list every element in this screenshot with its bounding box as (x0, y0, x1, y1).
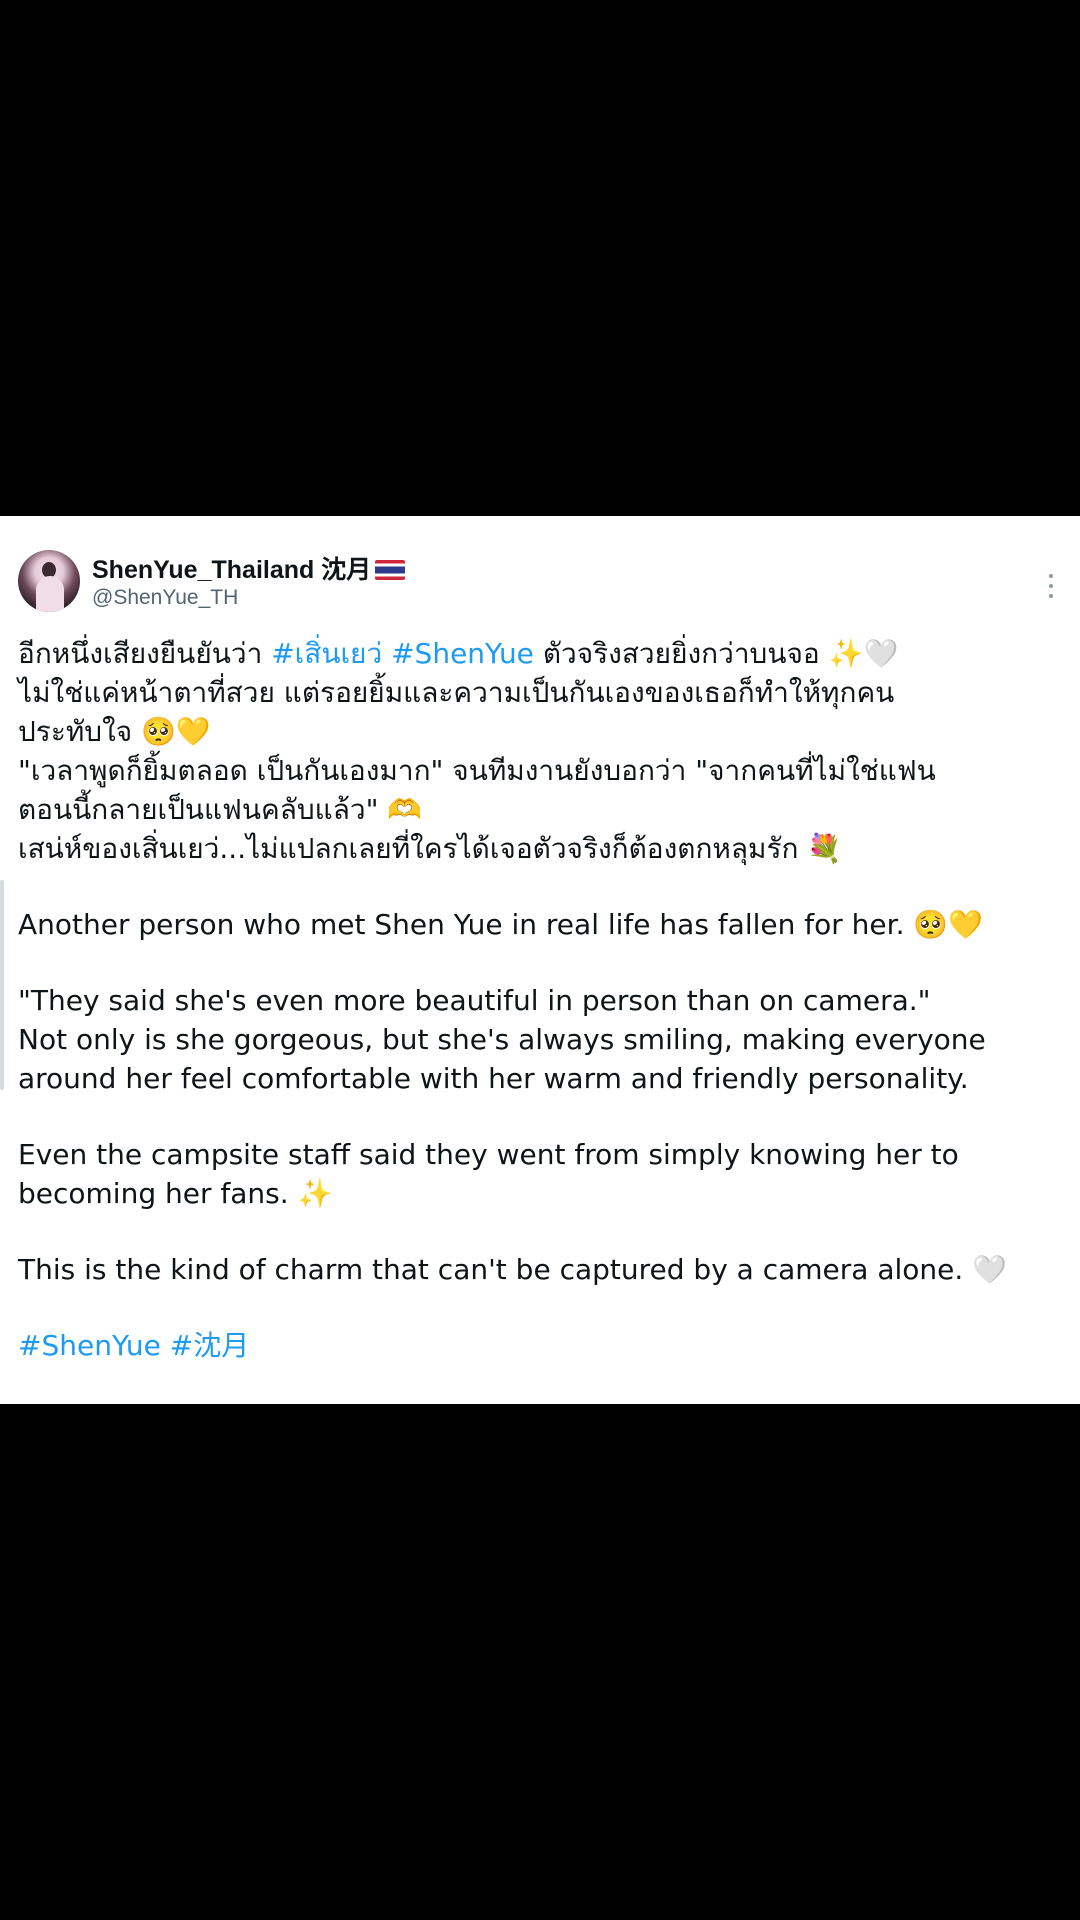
avatar-dress-shape (36, 576, 64, 612)
thai-line-2: ไม่ใช่แค่หน้าตาที่สวย แต่รอยยิ้มและความเ… (18, 676, 895, 709)
more-dot (1049, 574, 1053, 578)
thai-text-segment: อีกหนึ่งเสียงยืนยันว่า (18, 637, 272, 670)
thai-line-4: "เวลาพูดก็ยิ้มตลอด เป็นกันเองมาก" จนทีมง… (18, 754, 936, 787)
hashtag-link[interactable]: #เสิ่นเยว่ (271, 637, 382, 670)
scroll-indicator (0, 880, 4, 1090)
bottom-letterbox (0, 1404, 1080, 1920)
hashtag-link[interactable]: #ShenYue (391, 637, 534, 670)
thai-line-6: เสน่ห์ของเสิ่นเยว่...ไม่แปลกเลยที่ใครได้… (18, 832, 843, 865)
thai-line-5: ตอนนี้กลายเป็นแฟนคลับแล้ว" 🫶 (18, 793, 423, 826)
hashtag-footer: #ShenYue #沈月 (18, 1326, 1058, 1365)
english-line-5: Even the campsite staff said they went f… (18, 1138, 959, 1171)
thailand-flag-icon (375, 560, 406, 580)
english-line-1: Another person who met Shen Yue in real … (18, 908, 984, 941)
english-line-6: becoming her fans. ✨ (18, 1177, 333, 1210)
english-line-7: This is the kind of charm that can't be … (18, 1253, 1008, 1286)
tweet-header: ShenYue_Thailand 沈月 @ShenYue_TH (18, 550, 1062, 620)
thai-line-1: อีกหนึ่งเสียงยืนยันว่า #เสิ่นเยว่ #ShenY… (18, 634, 1058, 673)
thai-line-3: ประทับใจ 🥺💛 (18, 715, 211, 748)
hashtag-link[interactable]: #沈月 (170, 1329, 249, 1362)
author-display-name[interactable]: ShenYue_Thailand 沈月 (92, 556, 371, 584)
more-dot (1049, 594, 1053, 598)
more-dot (1049, 584, 1053, 588)
english-line-2: "They said she's even more beautiful in … (18, 984, 931, 1017)
english-line-4: around her feel comfortable with her war… (18, 1062, 969, 1095)
author-handle[interactable]: @ShenYue_TH (92, 586, 238, 610)
english-line-3: Not only is she gorgeous, but she's alwa… (18, 1023, 986, 1056)
top-letterbox (0, 0, 1080, 516)
tweet-text: อีกหนึ่งเสียงยืนยันว่า #เสิ่นเยว่ #ShenY… (18, 634, 1058, 1365)
author-name-row[interactable]: ShenYue_Thailand 沈月 (92, 550, 406, 586)
thai-text-segment: ตัวจริงสวยยิ่งกว่าบนจอ ✨🤍 (533, 637, 899, 670)
avatar[interactable] (18, 550, 80, 612)
hashtag-link[interactable]: #ShenYue (18, 1329, 161, 1362)
more-vertical-icon[interactable] (1046, 574, 1056, 598)
tweet-card[interactable]: ShenYue_Thailand 沈月 @ShenYue_TH อีกหนึ่ง… (0, 516, 1080, 1404)
